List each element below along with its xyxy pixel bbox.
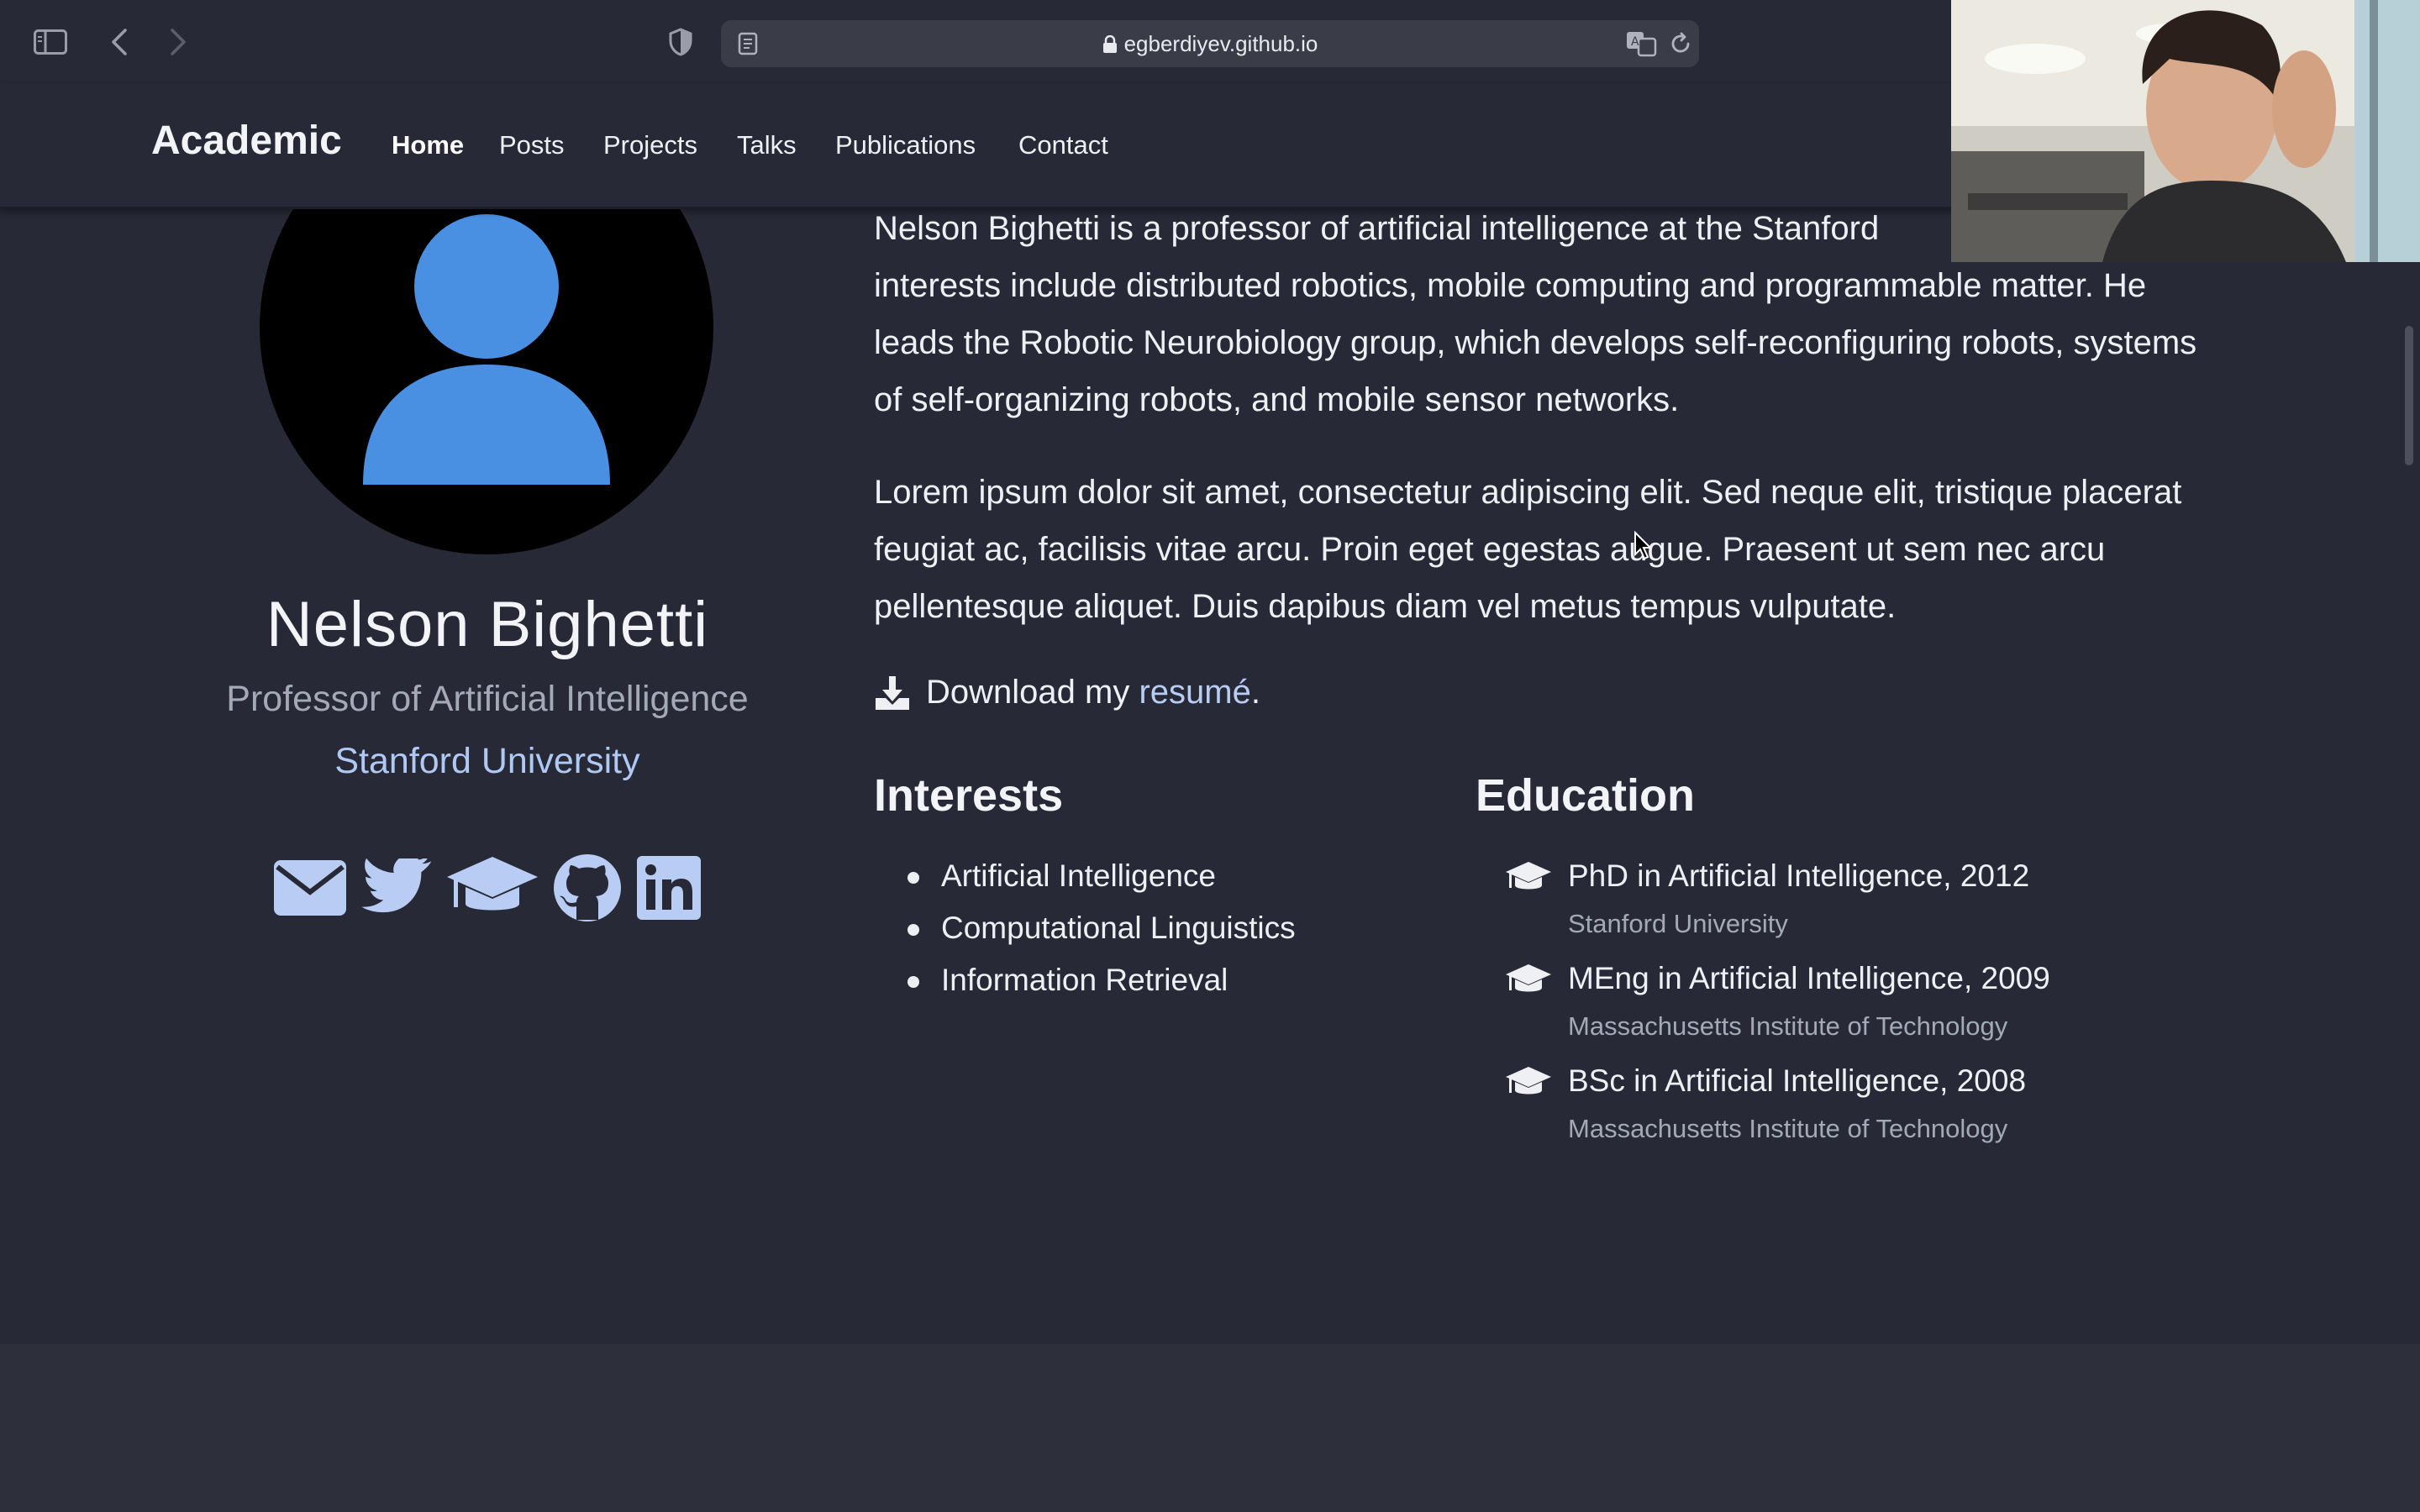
nav-publications[interactable]: Publications bbox=[835, 130, 976, 160]
education-degree: PhD in Artificial Intelligence, 2012 bbox=[1568, 858, 2030, 893]
webcam-overlay bbox=[1951, 0, 2420, 262]
linkedin-icon[interactable] bbox=[635, 855, 702, 921]
list-bullet bbox=[908, 976, 919, 988]
bio-line: pellentesque aliquet. Duis dapibus diam … bbox=[874, 588, 1897, 625]
mouse-cursor-icon bbox=[1634, 530, 1654, 565]
envelope-icon[interactable] bbox=[272, 855, 348, 921]
privacy-shield-icon[interactable] bbox=[657, 18, 704, 66]
forward-icon[interactable] bbox=[155, 18, 202, 66]
twitter-icon[interactable] bbox=[360, 855, 434, 921]
bio-line: Lorem ipsum dolor sit amet, consectetur … bbox=[874, 474, 2182, 511]
lock-icon bbox=[1102, 34, 1117, 53]
url-text: egberdiyev.github.io bbox=[1123, 31, 1318, 56]
education-school: Massachusetts Institute of Technology bbox=[1568, 1114, 2008, 1143]
github-icon[interactable] bbox=[551, 854, 623, 921]
list-bullet bbox=[908, 872, 919, 884]
address-bar[interactable]: egberdiyev.github.io A bbox=[721, 20, 1699, 67]
bio-line: interests include distributed robotics, … bbox=[874, 267, 2147, 304]
download-suffix: . bbox=[1250, 674, 1260, 711]
bio-line: feugiat ac, facilisis vitae arcu. Proin … bbox=[874, 531, 2106, 568]
download-resume: Download my resumé. bbox=[874, 674, 1260, 711]
back-icon[interactable] bbox=[96, 18, 143, 66]
scrollbar-thumb[interactable] bbox=[2405, 326, 2413, 465]
interests-heading: Interests bbox=[874, 770, 1064, 821]
education-school: Massachusetts Institute of Technology bbox=[1568, 1011, 2008, 1041]
profile-organization[interactable]: Stanford University bbox=[168, 741, 807, 782]
reload-icon[interactable] bbox=[1669, 32, 1692, 60]
profile-role: Professor of Artificial Intelligence bbox=[226, 679, 749, 719]
education-degree: BSc in Artificial Intelligence, 2008 bbox=[1568, 1063, 2027, 1098]
translate-icon[interactable]: A bbox=[1625, 30, 1657, 61]
site-brand[interactable]: Academic bbox=[151, 118, 342, 164]
resume-link[interactable]: resumé bbox=[1139, 674, 1250, 711]
nav-projects[interactable]: Projects bbox=[603, 130, 697, 160]
download-icon bbox=[876, 675, 909, 710]
graduation-cap-icon[interactable] bbox=[445, 855, 539, 921]
interest-item: Artificial Intelligence bbox=[941, 858, 1216, 893]
interest-item: Information Retrieval bbox=[941, 963, 1228, 997]
list-bullet bbox=[908, 924, 919, 936]
education-heading: Education bbox=[1476, 770, 1696, 821]
nav-contact[interactable]: Contact bbox=[1018, 130, 1108, 160]
bio-line: of self-organizing robots, and mobile se… bbox=[874, 381, 1680, 418]
svg-text:A: A bbox=[1631, 35, 1639, 49]
nav-talks[interactable]: Talks bbox=[737, 130, 797, 160]
interest-item: Computational Linguistics bbox=[941, 911, 1296, 945]
footer-section bbox=[0, 1344, 2420, 1512]
sidebar-toggle-icon[interactable] bbox=[27, 18, 74, 66]
graduation-cap-icon bbox=[1506, 862, 1551, 895]
nav-posts[interactable]: Posts bbox=[499, 130, 565, 160]
graduation-cap-icon bbox=[1506, 1067, 1551, 1100]
download-text: Download my bbox=[926, 674, 1130, 711]
education-school: Stanford University bbox=[1568, 909, 1788, 938]
bio-line: leads the Robotic Neurobiology group, wh… bbox=[874, 324, 2197, 361]
profile-name: Nelson Bighetti bbox=[266, 589, 709, 660]
url-display[interactable]: egberdiyev.github.io bbox=[721, 20, 1699, 67]
graduation-cap-icon bbox=[1506, 964, 1551, 998]
nav-home[interactable]: Home bbox=[392, 130, 464, 160]
education-degree: MEng in Artificial Intelligence, 2009 bbox=[1568, 961, 2050, 995]
